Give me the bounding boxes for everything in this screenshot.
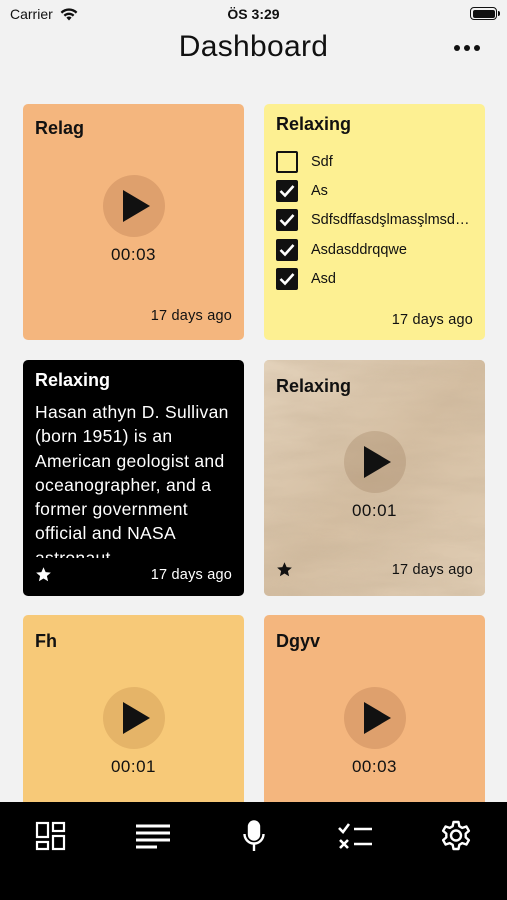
card-timestamp: 17 days ago	[150, 308, 232, 324]
card-title: Dgyv	[276, 631, 321, 651]
tab-dashboard[interactable]	[29, 816, 73, 856]
notes-list-icon	[136, 824, 170, 849]
audio-note-card[interactable]: Relag 00:03 17 days ago	[23, 104, 244, 340]
settings-gear-icon	[441, 820, 471, 851]
status-bar: Carrier ÖS 3:29	[0, 0, 507, 30]
header: Dashboard	[0, 28, 507, 72]
star-icon[interactable]	[276, 561, 293, 578]
play-button[interactable]	[102, 687, 165, 749]
card-title: Fh	[35, 631, 57, 651]
play-button[interactable]	[343, 431, 406, 493]
bottom-tab-bar	[0, 802, 507, 900]
play-icon	[364, 446, 391, 478]
star-icon[interactable]	[35, 566, 52, 583]
card-title: Relaxing	[35, 370, 111, 390]
checklist-item: Asdasddrqqwe	[276, 235, 475, 264]
status-clock: ÖS 3:29	[227, 6, 280, 22]
tab-settings[interactable]	[434, 816, 478, 856]
page-title: Dashboard	[178, 30, 329, 63]
checklist-item: As	[276, 176, 475, 205]
audio-note-card[interactable]: Relaxing 00:01 17 days ago	[264, 360, 485, 596]
tab-checklists[interactable]	[333, 816, 377, 856]
play-button[interactable]	[102, 175, 165, 237]
checklist-item-label: Sdfsdffasdşlmasşlmsdad	[311, 212, 471, 229]
card-timestamp: 17 days ago	[391, 312, 473, 328]
tab-notes[interactable]	[131, 816, 175, 856]
microphone-icon	[243, 820, 265, 851]
checkbox[interactable]	[276, 238, 298, 261]
card-timestamp: 17 days ago	[391, 562, 473, 578]
checkbox[interactable]	[276, 179, 298, 202]
play-icon	[123, 702, 150, 734]
card-title: Relaxing	[276, 376, 352, 396]
battery-icon	[470, 7, 500, 20]
audio-note-card[interactable]: Fh 00:01	[23, 615, 244, 815]
text-note-card[interactable]: Relaxing Hasan athyn D. Sullivan (born 1…	[23, 360, 244, 596]
checklist-item-label: Sdf	[311, 153, 333, 170]
checklist-card[interactable]: Relaxing Sdf As Sdfsdffasdşlmasşlmsdad A…	[264, 104, 485, 340]
checkbox[interactable]	[276, 267, 298, 290]
more-options-button[interactable]	[451, 36, 483, 60]
play-icon	[364, 702, 391, 734]
checklist-item: Sdf	[276, 147, 475, 176]
checklist: Sdf As Sdfsdffasdşlmasşlmsdad Asdasddrqq…	[276, 147, 475, 293]
checkbox[interactable]	[276, 150, 298, 173]
audio-duration: 00:01	[110, 757, 157, 776]
more-horizontal-icon	[454, 45, 460, 51]
audio-note-card[interactable]: Dgyv 00:03	[264, 615, 485, 815]
checklist-item-label: Asdasddrqqwe	[311, 241, 407, 258]
tab-record[interactable]	[232, 816, 276, 856]
card-timestamp: 17 days ago	[150, 567, 232, 583]
checklist-item-label: Asd	[311, 270, 336, 287]
checklist-icon	[338, 823, 372, 849]
checklist-item: Asd	[276, 264, 475, 293]
checklist-item: Sdfsdffasdşlmasşlmsdad	[276, 206, 475, 235]
dashboard-grid-icon	[35, 821, 66, 851]
checklist-item-label: As	[311, 182, 328, 199]
card-title: Relaxing	[276, 114, 352, 134]
card-title: Relag	[35, 118, 85, 138]
audio-duration: 00:03	[351, 757, 398, 776]
audio-duration: 00:03	[110, 245, 157, 264]
play-icon	[123, 190, 150, 222]
checkbox[interactable]	[276, 209, 298, 232]
audio-duration: 00:01	[351, 501, 398, 520]
note-body: Hasan athyn D. Sullivan (born 1951) is a…	[35, 402, 229, 558]
play-button[interactable]	[343, 687, 406, 749]
